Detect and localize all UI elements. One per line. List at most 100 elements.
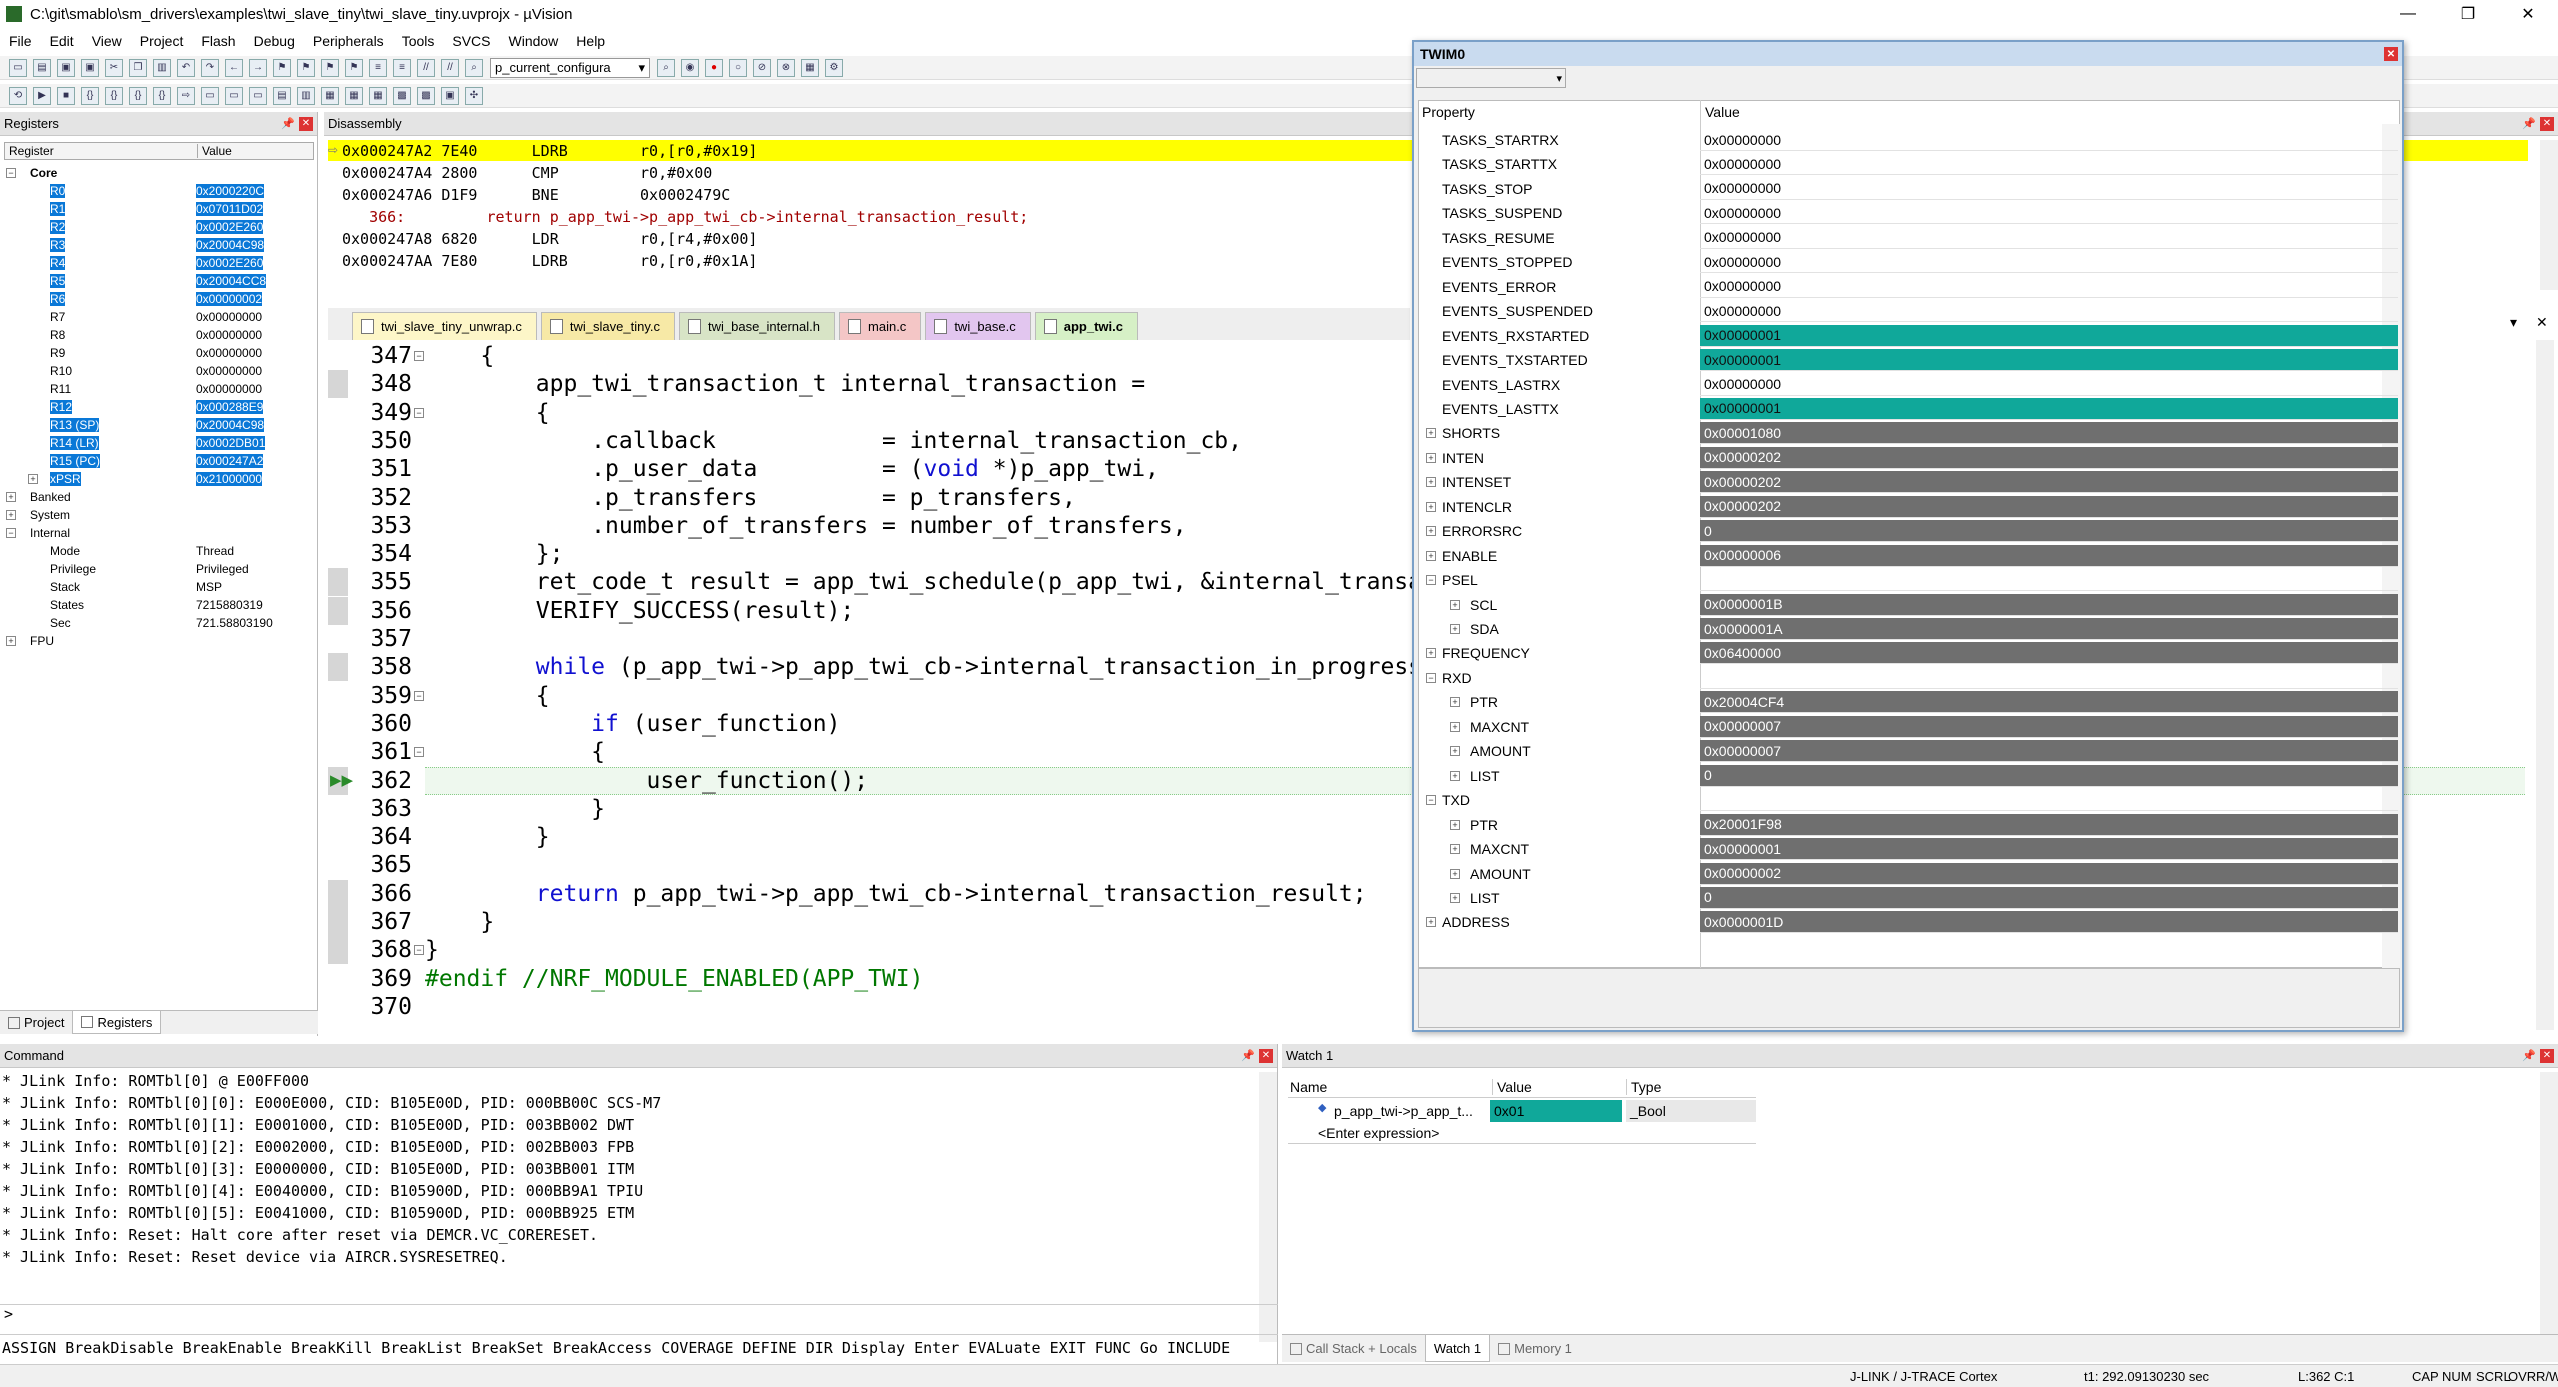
- executable-line-marker[interactable]: [328, 766, 348, 795]
- menu-project[interactable]: Project: [131, 33, 193, 49]
- save-all-icon[interactable]: ▣: [81, 58, 99, 77]
- menu-svcs[interactable]: SVCS: [443, 33, 499, 49]
- disassembly-line[interactable]: 0x000247A6 D1F9 BNE 0x0002479C: [342, 184, 1442, 205]
- fold-icon[interactable]: −: [414, 945, 424, 956]
- uncomment-icon[interactable]: //: [441, 58, 459, 77]
- expand-icon[interactable]: +: [6, 510, 16, 520]
- breakpoint-kill-icon[interactable]: ⊘: [753, 58, 771, 77]
- save-icon[interactable]: ▣: [57, 58, 75, 77]
- menu-flash[interactable]: Flash: [192, 33, 244, 49]
- menu-view[interactable]: View: [83, 33, 131, 49]
- disassembly-scrollbar[interactable]: [2540, 140, 2558, 290]
- step-over-icon[interactable]: {}: [105, 86, 123, 105]
- find-icon[interactable]: ⌕: [465, 58, 483, 77]
- register-row[interactable]: R10 0x00000000: [0, 362, 314, 380]
- fold-icon[interactable]: −: [414, 747, 424, 758]
- tab-twi-base-internal[interactable]: twi_base_internal.h: [678, 312, 836, 340]
- executable-line-marker[interactable]: [328, 936, 348, 965]
- menu-help[interactable]: Help: [567, 33, 614, 49]
- trace-window-icon[interactable]: ▩: [417, 86, 435, 105]
- register-row[interactable]: R4 0x0002E260: [0, 254, 314, 272]
- disassembly-line[interactable]: 0x000247A2 7E40 LDRB r0,[r0,#0x19]: [342, 140, 1442, 161]
- configuration-combo[interactable]: p_current_configura ▾: [490, 57, 650, 78]
- step-out-icon[interactable]: {}: [129, 86, 147, 105]
- register-value[interactable]: 0x000247A2: [196, 454, 264, 468]
- paste-icon[interactable]: ▥: [153, 58, 171, 77]
- register-value[interactable]: 0x07011D02: [196, 202, 264, 216]
- register-row[interactable]: R12 0x000288E9: [0, 398, 314, 416]
- tab-twi-slave-tiny-unwrap[interactable]: twi_slave_tiny_unwrap.c: [352, 312, 537, 340]
- disassembly-window-icon[interactable]: ▭: [225, 86, 243, 105]
- open-folder-icon[interactable]: ▤: [33, 58, 51, 77]
- code-line[interactable]: while (p_app_twi->p_app_twi_cb->internal…: [425, 653, 1436, 681]
- register-row[interactable]: R8 0x00000000: [0, 326, 314, 344]
- enter-expression[interactable]: <Enter expression>: [1318, 1125, 1439, 1141]
- register-value[interactable]: 0x00000000: [196, 346, 262, 360]
- toolbox-icon[interactable]: ✣: [465, 86, 483, 105]
- watch-enter-row[interactable]: <Enter expression>: [1288, 1122, 1756, 1144]
- code-line[interactable]: .number_of_transfers = number_of_transfe…: [425, 512, 1186, 540]
- executable-line-marker[interactable]: [328, 370, 348, 399]
- watch-scrollbar[interactable]: [2540, 1072, 2558, 1334]
- fold-icon[interactable]: −: [414, 690, 424, 701]
- tab-app-twi[interactable]: app_twi.c: [1034, 312, 1138, 340]
- register-value[interactable]: 0x20004C98: [196, 418, 265, 432]
- pin-icon[interactable]: 📌: [281, 117, 295, 130]
- fold-icon[interactable]: −: [414, 351, 424, 361]
- step-into-icon[interactable]: {}: [81, 86, 99, 105]
- register-value[interactable]: 0x0002E260: [196, 256, 264, 270]
- executable-line-marker[interactable]: [328, 596, 348, 625]
- bookmark-prev-icon[interactable]: ⚑: [297, 58, 315, 77]
- code-line[interactable]: }: [425, 936, 439, 964]
- watch-row[interactable]: ◆ p_app_twi->p_app_t... 0x01 _Bool: [1288, 1100, 1756, 1122]
- minimize-button[interactable]: —: [2378, 0, 2438, 28]
- menu-tools[interactable]: Tools: [393, 33, 444, 49]
- close-icon[interactable]: ✕: [299, 116, 313, 131]
- pin-icon[interactable]: 📌: [1241, 1049, 1255, 1062]
- menu-debug[interactable]: Debug: [245, 33, 304, 49]
- executable-line-marker[interactable]: [328, 908, 348, 936]
- internal-row[interactable]: Stack MSP: [0, 578, 314, 596]
- pin-icon[interactable]: 📌: [2522, 117, 2536, 130]
- register-row[interactable]: R13 (SP) 0x20004C98: [0, 416, 314, 434]
- menu-window[interactable]: Window: [500, 33, 568, 49]
- register-row[interactable]: R14 (LR) 0x0002DB01: [0, 434, 314, 452]
- fold-icon[interactable]: −: [414, 407, 424, 418]
- internal-row[interactable]: Sec 721.58803190: [0, 614, 314, 632]
- tab-watch[interactable]: Watch 1: [1424, 1335, 1491, 1362]
- symbols-window-icon[interactable]: ▭: [249, 86, 267, 105]
- code-line[interactable]: {: [425, 738, 605, 766]
- executable-line-marker[interactable]: [328, 653, 348, 682]
- register-row[interactable]: R15 (PC) 0x000247A2: [0, 452, 314, 470]
- watch-row-value[interactable]: 0x01: [1490, 1100, 1622, 1122]
- tab-twi-base[interactable]: twi_base.c: [925, 312, 1031, 340]
- new-file-icon[interactable]: ▭: [9, 58, 27, 77]
- maximize-button[interactable]: ❐: [2438, 0, 2498, 28]
- register-value[interactable]: 0x2000220C: [196, 184, 265, 198]
- register-row[interactable]: R0 0x2000220C: [0, 182, 314, 200]
- register-group-fpu[interactable]: + FPU: [0, 632, 314, 650]
- pin-icon[interactable]: 📌: [2522, 1049, 2536, 1062]
- memory-window-icon[interactable]: ▦: [345, 86, 363, 105]
- show-next-statement-icon[interactable]: ⇨: [177, 86, 195, 105]
- code-line[interactable]: };: [425, 540, 564, 568]
- editor-scrollbar[interactable]: [2536, 340, 2554, 1030]
- code-line[interactable]: return p_app_twi->p_app_twi_cb->internal…: [425, 880, 1367, 908]
- register-value[interactable]: 0x000288E9: [196, 400, 264, 414]
- register-value[interactable]: 0x0002E260: [196, 220, 264, 234]
- menu-file[interactable]: File: [0, 33, 41, 49]
- bookmark-next-icon[interactable]: ⚑: [321, 58, 339, 77]
- disassembly-line[interactable]: 0x000247A8 6820 LDR r0,[r4,#0x00]: [342, 228, 1442, 249]
- register-value[interactable]: 0x21000000: [196, 472, 263, 486]
- analysis-window-icon[interactable]: ▩: [393, 86, 411, 105]
- bookmark-clear-icon[interactable]: ⚑: [345, 58, 363, 77]
- close-button[interactable]: ✕: [2498, 0, 2558, 28]
- executable-line-marker[interactable]: [328, 568, 348, 597]
- register-group[interactable]: + Banked: [0, 488, 314, 506]
- serial-window-icon[interactable]: ▦: [369, 86, 387, 105]
- register-row[interactable]: R9 0x00000000: [0, 344, 314, 362]
- code-line[interactable]: }: [425, 795, 605, 823]
- code-line[interactable]: }: [425, 908, 494, 936]
- code-line[interactable]: }: [425, 823, 550, 851]
- nav-back-icon[interactable]: ←: [225, 58, 243, 77]
